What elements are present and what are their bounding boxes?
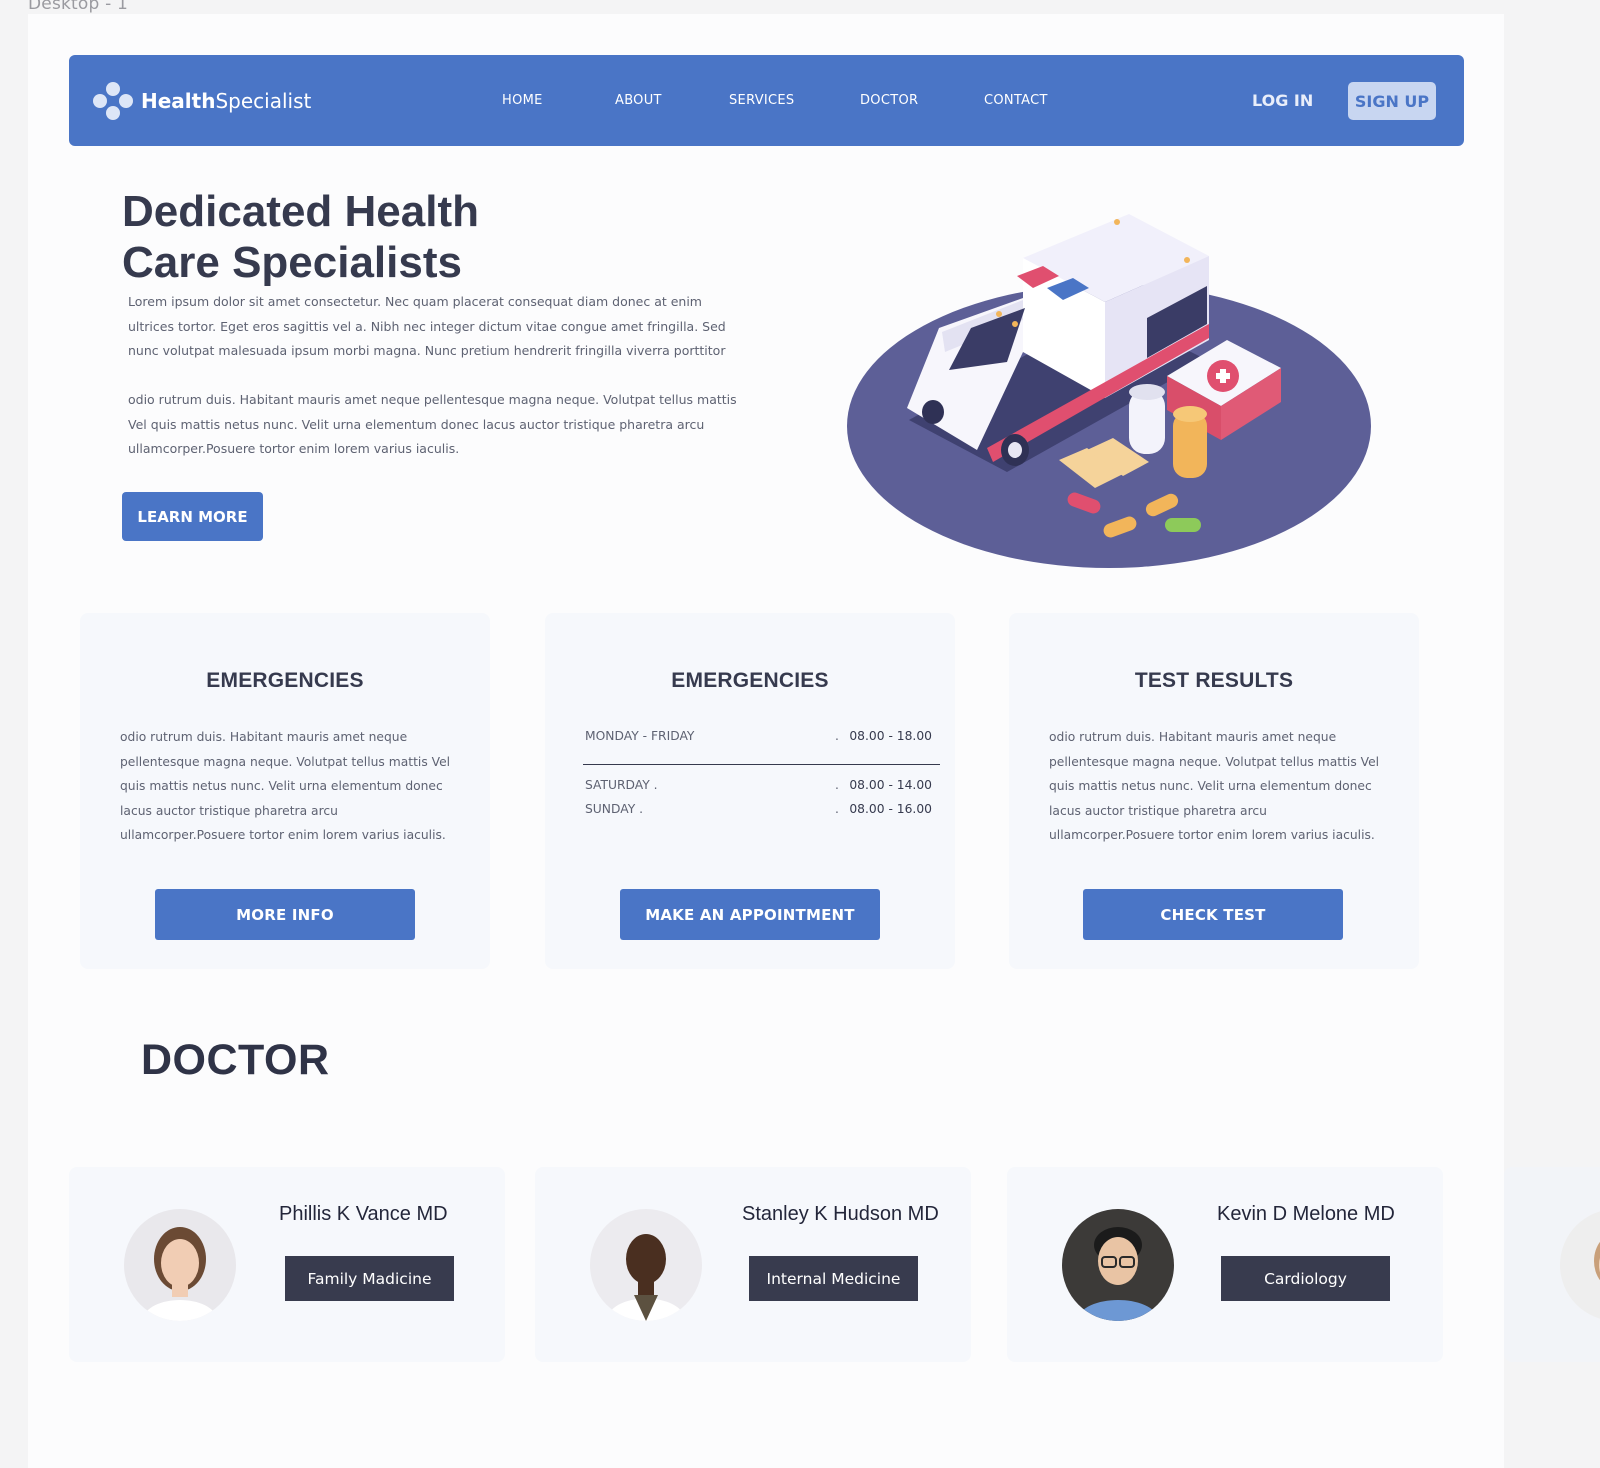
hero-title-line1: Dedicated Health [122,187,479,236]
nav-doctor[interactable]: DOCTOR [860,93,918,108]
hours-time: 08.00 - 14.00 [849,778,932,792]
doctor-specialty-badge[interactable]: Family Madicine [285,1256,454,1301]
ambulance-illustration [847,200,1377,572]
doctor-name: Phillis K Vance MD [279,1203,448,1225]
emergencies-card: EMERGENCIES odio rutrum duis. Habitant m… [80,613,490,969]
hero-title: Dedicated Health Care Specialists [122,186,592,288]
doctor-specialty-badge[interactable]: Cardiology [1221,1256,1390,1301]
doctor-card-peek[interactable] [1504,1167,1600,1362]
hours-divider [583,764,940,765]
learn-more-button[interactable]: LEARN MORE [122,492,263,541]
canvas-label: Desktop - 1 [28,0,129,14]
page-frame: HealthSpecialist HOME ABOUT SERVICES DOC… [28,14,1504,1468]
nav-about[interactable]: ABOUT [615,93,662,108]
hero-paragraph-1: Lorem ipsum dolor sit amet consectetur. … [128,294,726,358]
hero-paragraph-2: odio rutrum duis. Habitant mauris amet n… [128,392,737,456]
card-title: EMERGENCIES [671,669,829,692]
hero-title-line2: Care Specialists [122,238,462,287]
hours-day: SATURDAY . [585,778,658,792]
doctor-name: Stanley K Hudson MD [742,1203,939,1225]
doctor-avatar [1560,1209,1600,1321]
hours-dot: . [835,729,839,743]
hours-dot: . [835,802,839,816]
hours-time: 08.00 - 18.00 [849,729,932,743]
doctor-avatar [590,1209,702,1321]
doctor-card[interactable]: Stanley K Hudson MD Internal Medicine [535,1167,971,1362]
make-appointment-button[interactable]: MAKE AN APPOINTMENT [620,889,880,940]
login-link[interactable]: LOG IN [1252,91,1313,110]
card-text: odio rutrum duis. Habitant mauris amet n… [120,730,451,842]
card-title: TEST RESULTS [1134,669,1294,692]
doctor-card[interactable]: Phillis K Vance MD Family Madicine [69,1167,505,1362]
test-results-card: TEST RESULTS odio rutrum duis. Habitant … [1009,613,1419,969]
hours-dot: . [835,778,839,792]
card-title: EMERGENCIES [206,669,364,692]
doctor-card[interactable]: Kevin D Melone MD Cardiology [1007,1167,1443,1362]
more-info-button[interactable]: MORE INFO [155,889,415,940]
doctor-section-title: DOCTOR [141,1036,330,1084]
doctor-avatar [1062,1209,1174,1321]
doctor-specialty-badge[interactable]: Internal Medicine [749,1256,918,1301]
nav-home[interactable]: HOME [502,93,543,108]
hours-time: 08.00 - 16.00 [849,802,932,816]
opening-hours-card: EMERGENCIES MONDAY - FRIDAY . 08.00 - 18… [545,613,955,969]
doctor-name: Kevin D Melone MD [1217,1203,1395,1225]
card-text: odio rutrum duis. Habitant mauris amet n… [1049,730,1380,842]
hours-day: SUNDAY . [585,802,644,816]
navbar: HealthSpecialist HOME ABOUT SERVICES DOC… [69,55,1464,146]
doctor-avatar [124,1209,236,1321]
nav-services[interactable]: SERVICES [729,93,794,108]
hours-day: MONDAY - FRIDAY [585,729,695,743]
signup-button[interactable]: SIGN UP [1348,82,1436,120]
check-test-button[interactable]: CHECK TEST [1083,889,1343,940]
nav-contact[interactable]: CONTACT [984,93,1048,108]
